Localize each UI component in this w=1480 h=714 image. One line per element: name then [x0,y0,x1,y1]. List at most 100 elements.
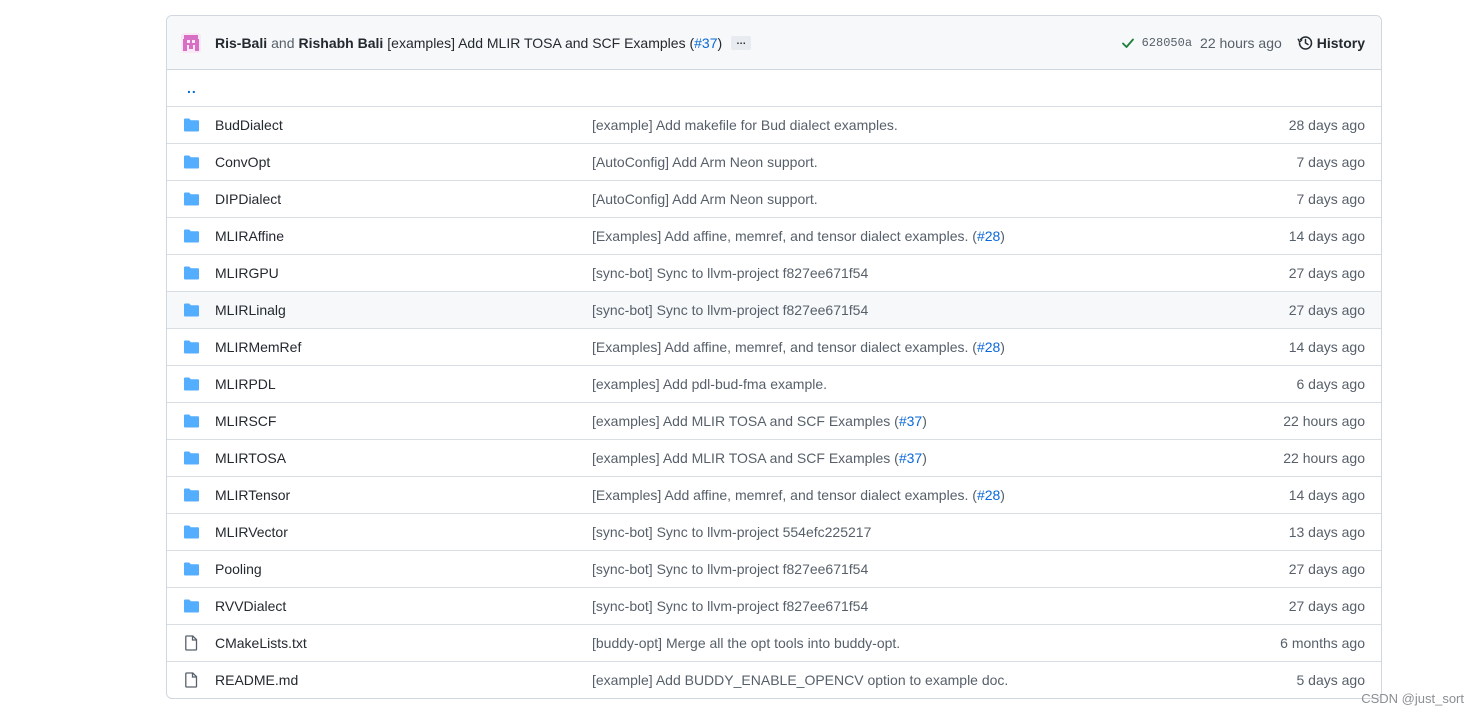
commit-message-text[interactable]: [AutoConfig] Add Arm Neon support. [592,154,818,170]
commit-author-2[interactable]: Rishabh Bali [298,35,383,51]
commit-message-text[interactable]: [examples] Add MLIR TOSA and SCF Example… [592,413,899,429]
file-name-link[interactable]: DIPDialect [215,191,281,207]
pr-link[interactable]: #28 [977,339,1000,355]
commit-message-text[interactable]: [examples] Add MLIR TOSA and SCF Example… [387,35,694,51]
commit-message-link[interactable]: [Examples] Add affine, memref, and tenso… [592,228,1005,244]
file-row[interactable]: BudDialect [example] Add makefile for Bud… [167,106,1381,143]
commit-message-suffix: ) [1000,487,1005,503]
commit-message-text[interactable]: [Examples] Add affine, memref, and tenso… [592,339,977,355]
commit-message-text[interactable]: [examples] Add pdl-bud-fma example. [592,376,827,392]
commit-message-text[interactable]: [Examples] Add affine, memref, and tenso… [592,228,977,244]
file-row[interactable]: MLIRMemRef [Examples] Add affine, memref,… [167,328,1381,365]
commit-message-text[interactable]: [sync-bot] Sync to llvm-project f827ee67… [592,302,868,318]
commit-message-text[interactable]: [sync-bot] Sync to llvm-project f827ee67… [592,561,868,577]
commit-message-link[interactable]: [sync-bot] Sync to llvm-project f827ee67… [592,302,868,318]
commit-sha-link[interactable]: 628050a [1142,36,1192,50]
commit-message-text[interactable]: [sync-bot] Sync to llvm-project f827ee67… [592,598,868,614]
commit-message-text[interactable]: [sync-bot] Sync to llvm-project f827ee67… [592,265,868,281]
pr-link[interactable]: #28 [977,228,1000,244]
file-row[interactable]: MLIRAffine [Examples] Add affine, memref,… [167,217,1381,254]
commit-message-link[interactable]: [Examples] Add affine, memref, and tenso… [592,487,1005,503]
commit-message-suffix: ) [717,34,723,51]
file-name-link[interactable]: README.md [215,672,298,688]
commit-author-1[interactable]: Ris-Bali [215,35,267,51]
commit-message-link[interactable]: [examples] Add MLIR TOSA and SCF Example… [592,413,927,429]
file-row[interactable]: MLIRTOSA [examples] Add MLIR TOSA and SCF… [167,439,1381,476]
file-name-link[interactable]: MLIRGPU [215,265,279,281]
expand-commit-message-button[interactable]: … [731,35,752,50]
file-row[interactable]: MLIRPDL [examples] Add pdl-bud-fma exampl… [167,365,1381,402]
commit-message-link[interactable]: [examples] Add MLIR TOSA and SCF Example… [592,450,927,466]
commit-message-link[interactable]: [sync-bot] Sync to llvm-project 554efc22… [592,524,871,540]
commit-message-text[interactable]: [sync-bot] Sync to llvm-project 554efc22… [592,524,871,540]
file-row[interactable]: README.md [example] Add BUDDY_ENABLE_OPEN… [167,661,1381,698]
file-row[interactable]: DIPDialect [AutoConfig] Add Arm Neon supp… [167,180,1381,217]
file-name-link[interactable]: CMakeLists.txt [215,635,307,651]
pr-link[interactable]: #37 [899,413,922,429]
commit-message[interactable]: [examples] Add MLIR TOSA and SCF Example… [387,35,722,51]
file-row[interactable]: ConvOpt [AutoConfig] Add Arm Neon support… [167,143,1381,180]
pr-link[interactable]: #28 [977,487,1000,503]
file-name-link[interactable]: MLIRTensor [215,487,290,503]
history-label: History [1316,34,1365,51]
commit-message-link[interactable]: [examples] Add pdl-bud-fma example. [592,376,827,392]
commit-age: 14 days ago [1288,228,1365,244]
commit-message-link[interactable]: [sync-bot] Sync to llvm-project f827ee67… [592,265,868,281]
file-row[interactable]: MLIRSCF [examples] Add MLIR TOSA and SCF … [167,402,1381,439]
folder-icon [183,117,200,133]
commit-message-text[interactable]: [Examples] Add affine, memref, and tenso… [592,487,977,503]
commit-message-text[interactable]: [buddy-opt] Merge all the opt tools into… [592,635,900,651]
commit-age: 6 months ago [1280,635,1365,651]
commit-message-link[interactable]: [sync-bot] Sync to llvm-project f827ee67… [592,561,868,577]
file-row[interactable]: MLIRLinalg [sync-bot] Sync to llvm-projec… [167,291,1381,328]
pr-link[interactable]: #37 [899,450,922,466]
file-icon [183,635,200,651]
file-name-link[interactable]: MLIRMemRef [215,339,301,355]
commit-message-link[interactable]: [example] Add makefile for Bud dialect e… [592,117,898,133]
parent-directory-row[interactable]: .. [167,70,1381,106]
folder-icon [183,376,200,392]
commit-message-suffix: ) [922,413,927,429]
commit-age: 13 days ago [1288,524,1365,540]
commit-message-link[interactable]: [sync-bot] Sync to llvm-project f827ee67… [592,598,868,614]
commit-message-text[interactable]: [example] Add BUDDY_ENABLE_OPENCV option… [592,672,1008,688]
commit-message-link[interactable]: [example] Add BUDDY_ENABLE_OPENCV option… [592,672,1008,688]
history-button[interactable]: History [1297,35,1365,51]
folder-icon [183,191,200,207]
file-row[interactable]: MLIRGPU [sync-bot] Sync to llvm-project f… [167,254,1381,291]
commit-message-text[interactable]: [examples] Add MLIR TOSA and SCF Example… [592,450,899,466]
commit-message-link[interactable]: [buddy-opt] Merge all the opt tools into… [592,635,900,651]
file-row[interactable]: RVVDialect [sync-bot] Sync to llvm-projec… [167,587,1381,624]
commit-age: 28 days ago [1288,117,1365,133]
parent-directory-link[interactable]: .. [187,80,197,96]
file-name-link[interactable]: ConvOpt [215,154,270,170]
file-name-link[interactable]: Pooling [215,561,262,577]
file-row[interactable]: MLIRTensor [Examples] Add affine, memref,… [167,476,1381,513]
commit-age: 27 days ago [1288,265,1365,281]
file-name-link[interactable]: BudDialect [215,117,283,133]
file-name-link[interactable]: MLIRPDL [215,376,276,392]
file-row[interactable]: CMakeLists.txt [buddy-opt] Merge all the … [167,624,1381,661]
file-name-link[interactable]: MLIRSCF [215,413,276,429]
check-icon[interactable] [1120,35,1136,51]
commit-message-link[interactable]: [AutoConfig] Add Arm Neon support. [592,154,818,170]
commit-message-text[interactable]: [AutoConfig] Add Arm Neon support. [592,191,818,207]
commit-message-link[interactable]: [Examples] Add affine, memref, and tenso… [592,339,1005,355]
file-row[interactable]: Pooling [sync-bot] Sync to llvm-project f… [167,550,1381,587]
commit-message-text[interactable]: [example] Add makefile for Bud dialect e… [592,117,898,133]
file-name-link[interactable]: MLIRVector [215,524,288,540]
commit-age: 27 days ago [1288,302,1365,318]
commit-message-suffix: ) [922,450,927,466]
author-avatar-icon[interactable] [181,32,201,53]
file-browser: Ris-Bali and Rishabh Bali [examples] Add… [166,15,1382,699]
commit-age: 7 days ago [1296,191,1366,207]
commit-message-link[interactable]: [AutoConfig] Add Arm Neon support. [592,191,818,207]
file-row[interactable]: MLIRVector [sync-bot] Sync to llvm-projec… [167,513,1381,550]
file-icon [183,672,200,688]
file-name-link[interactable]: MLIRLinalg [215,302,286,318]
file-name-link[interactable]: MLIRAffine [215,228,284,244]
file-name-link[interactable]: RVVDialect [215,598,286,614]
file-name-link[interactable]: MLIRTOSA [215,450,286,466]
commit-age: 27 days ago [1288,561,1365,577]
commit-pr-link[interactable]: #37 [694,35,717,51]
